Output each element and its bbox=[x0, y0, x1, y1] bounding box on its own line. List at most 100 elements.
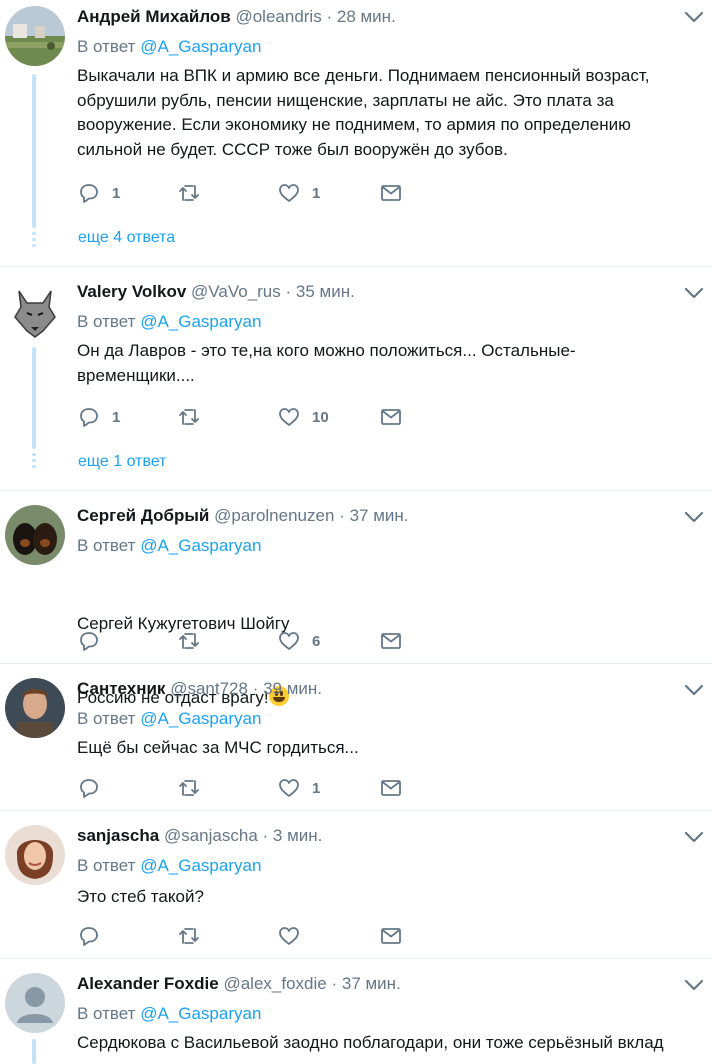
avatar-wolf-image bbox=[5, 281, 65, 341]
author-name[interactable]: Valery Volkov bbox=[77, 282, 186, 301]
reply-icon bbox=[80, 184, 98, 203]
separator-dot: · bbox=[262, 826, 269, 845]
reply-mention-link[interactable]: @A_Gasparyan bbox=[140, 536, 261, 555]
author-name[interactable]: Андрей Михайлов bbox=[77, 7, 231, 26]
reply-context: В ответ @A_Gasparyan bbox=[77, 1003, 261, 1025]
reply-prefix: В ответ bbox=[77, 312, 136, 331]
separator-dot: · bbox=[285, 282, 292, 301]
direct-message-button[interactable] bbox=[379, 923, 403, 949]
tweet-actions: 1 bbox=[77, 775, 437, 801]
reply-button[interactable]: 1 bbox=[77, 404, 120, 430]
reply-icon bbox=[80, 927, 98, 946]
chevron-down-icon[interactable] bbox=[683, 284, 705, 302]
avatar[interactable] bbox=[5, 825, 65, 885]
tweet[interactable]: Alexander Foxdie @alex_foxdie · 37 мин. … bbox=[0, 959, 712, 1064]
author-name[interactable]: Сергей Добрый bbox=[77, 506, 209, 525]
chevron-down-icon[interactable] bbox=[683, 508, 705, 526]
tweet-actions: 6 bbox=[77, 628, 437, 654]
chevron-down-icon[interactable] bbox=[683, 828, 705, 846]
show-more-replies-link[interactable]: еще 4 ответа bbox=[78, 228, 175, 248]
reply-context: В ответ @A_Gasparyan bbox=[77, 855, 261, 877]
author-handle[interactable]: @sant728 bbox=[170, 679, 248, 698]
tweet-timestamp[interactable]: 37 мин. bbox=[342, 974, 401, 993]
reply-button[interactable] bbox=[77, 628, 112, 654]
tweet[interactable]: Valery Volkov @VaVo_rus · 35 мин. В отве… bbox=[0, 267, 712, 491]
tweet-text: Это стеб такой? bbox=[77, 887, 204, 906]
direct-message-button[interactable] bbox=[379, 628, 403, 654]
reply-mention-link[interactable]: @A_Gasparyan bbox=[140, 709, 261, 728]
like-count: 6 bbox=[312, 632, 321, 650]
author-handle[interactable]: @sanjascha bbox=[164, 826, 258, 845]
reply-context: В ответ @A_Gasparyan bbox=[77, 311, 261, 333]
default-avatar-icon bbox=[5, 973, 65, 1033]
tweet[interactable]: Сергей Добрый @parolnenuzen · 37 мин. В … bbox=[0, 491, 712, 707]
tweet-timestamp[interactable]: 37 мин. bbox=[350, 506, 409, 525]
tweet-timestamp[interactable]: 28 мин. bbox=[337, 7, 396, 26]
reply-prefix: В ответ bbox=[77, 536, 136, 555]
tweet-text: Сердюкова с Васильевой заодно поблагодар… bbox=[77, 1033, 664, 1052]
tweet-timestamp[interactable]: 35 мин. bbox=[296, 282, 355, 301]
tweet[interactable]: sanjascha @sanjascha · 3 мин. В ответ @A… bbox=[0, 811, 712, 959]
retweet-button[interactable] bbox=[177, 628, 212, 654]
thread-line bbox=[32, 1039, 36, 1064]
author-handle[interactable]: @alex_foxdie bbox=[223, 974, 326, 993]
reply-mention-link[interactable]: @A_Gasparyan bbox=[140, 37, 261, 56]
retweet-button[interactable] bbox=[177, 923, 212, 949]
reply-context: В ответ @A_Gasparyan bbox=[77, 535, 261, 557]
avatar[interactable] bbox=[5, 6, 65, 66]
avatar-person-image bbox=[5, 678, 65, 738]
author-handle[interactable]: @oleandris bbox=[235, 7, 321, 26]
like-icon bbox=[279, 779, 299, 797]
direct-message-icon bbox=[381, 185, 401, 201]
tweet[interactable]: Андрей Михайлов @oleandris · 28 мин. В о… bbox=[0, 0, 712, 267]
avatar[interactable] bbox=[5, 973, 65, 1033]
author-handle[interactable]: @parolnenuzen bbox=[214, 506, 334, 525]
tweet[interactable]: Сантехник @sant728 · 39 мин. В ответ @A_… bbox=[0, 664, 712, 811]
reply-mention-link[interactable]: @A_Gasparyan bbox=[140, 312, 261, 331]
direct-message-icon bbox=[381, 928, 401, 944]
author-name[interactable]: Сантехник bbox=[77, 679, 165, 698]
chevron-down-icon[interactable] bbox=[683, 8, 705, 26]
show-more-replies-link[interactable]: еще 1 ответ bbox=[78, 452, 166, 472]
tweet-header: Valery Volkov @VaVo_rus · 35 мин. bbox=[77, 281, 355, 303]
direct-message-button[interactable] bbox=[379, 775, 403, 801]
thread-line bbox=[32, 347, 36, 449]
like-button[interactable]: 10 bbox=[277, 404, 329, 430]
thread-dots bbox=[32, 453, 36, 471]
avatar-person-image bbox=[5, 825, 65, 885]
author-handle[interactable]: @VaVo_rus bbox=[191, 282, 281, 301]
like-button[interactable] bbox=[277, 923, 312, 949]
like-button[interactable]: 1 bbox=[277, 775, 320, 801]
reply-mention-link[interactable]: @A_Gasparyan bbox=[140, 856, 261, 875]
chevron-down-icon[interactable] bbox=[683, 976, 705, 994]
like-button[interactable]: 6 bbox=[277, 628, 320, 654]
like-count: 1 bbox=[312, 779, 321, 797]
reply-icon bbox=[80, 779, 98, 798]
like-icon bbox=[279, 408, 299, 426]
retweet-icon bbox=[179, 780, 199, 796]
reply-button[interactable]: 1 bbox=[77, 180, 120, 206]
avatar[interactable] bbox=[5, 678, 65, 738]
retweet-button[interactable] bbox=[177, 180, 212, 206]
avatar[interactable] bbox=[5, 281, 65, 341]
author-name[interactable]: sanjascha bbox=[77, 826, 159, 845]
direct-message-icon bbox=[381, 633, 401, 649]
direct-message-icon bbox=[381, 780, 401, 796]
author-name[interactable]: Alexander Foxdie bbox=[77, 974, 219, 993]
direct-message-button[interactable] bbox=[379, 404, 403, 430]
reply-prefix: В ответ bbox=[77, 37, 136, 56]
direct-message-button[interactable] bbox=[379, 180, 403, 206]
retweet-button[interactable] bbox=[177, 404, 212, 430]
chevron-down-icon[interactable] bbox=[683, 681, 705, 699]
avatar[interactable] bbox=[5, 505, 65, 565]
like-button[interactable]: 1 bbox=[277, 180, 320, 206]
retweet-button[interactable] bbox=[177, 775, 212, 801]
reply-mention-link[interactable]: @A_Gasparyan bbox=[140, 1004, 261, 1023]
tweet-timestamp[interactable]: 3 мин. bbox=[273, 826, 322, 845]
tweet-timestamp[interactable]: 39 мин. bbox=[263, 679, 322, 698]
reply-button[interactable] bbox=[77, 775, 112, 801]
thread-line bbox=[32, 74, 36, 228]
like-icon bbox=[279, 184, 299, 202]
reply-button[interactable] bbox=[77, 923, 112, 949]
like-count: 10 bbox=[312, 408, 329, 426]
